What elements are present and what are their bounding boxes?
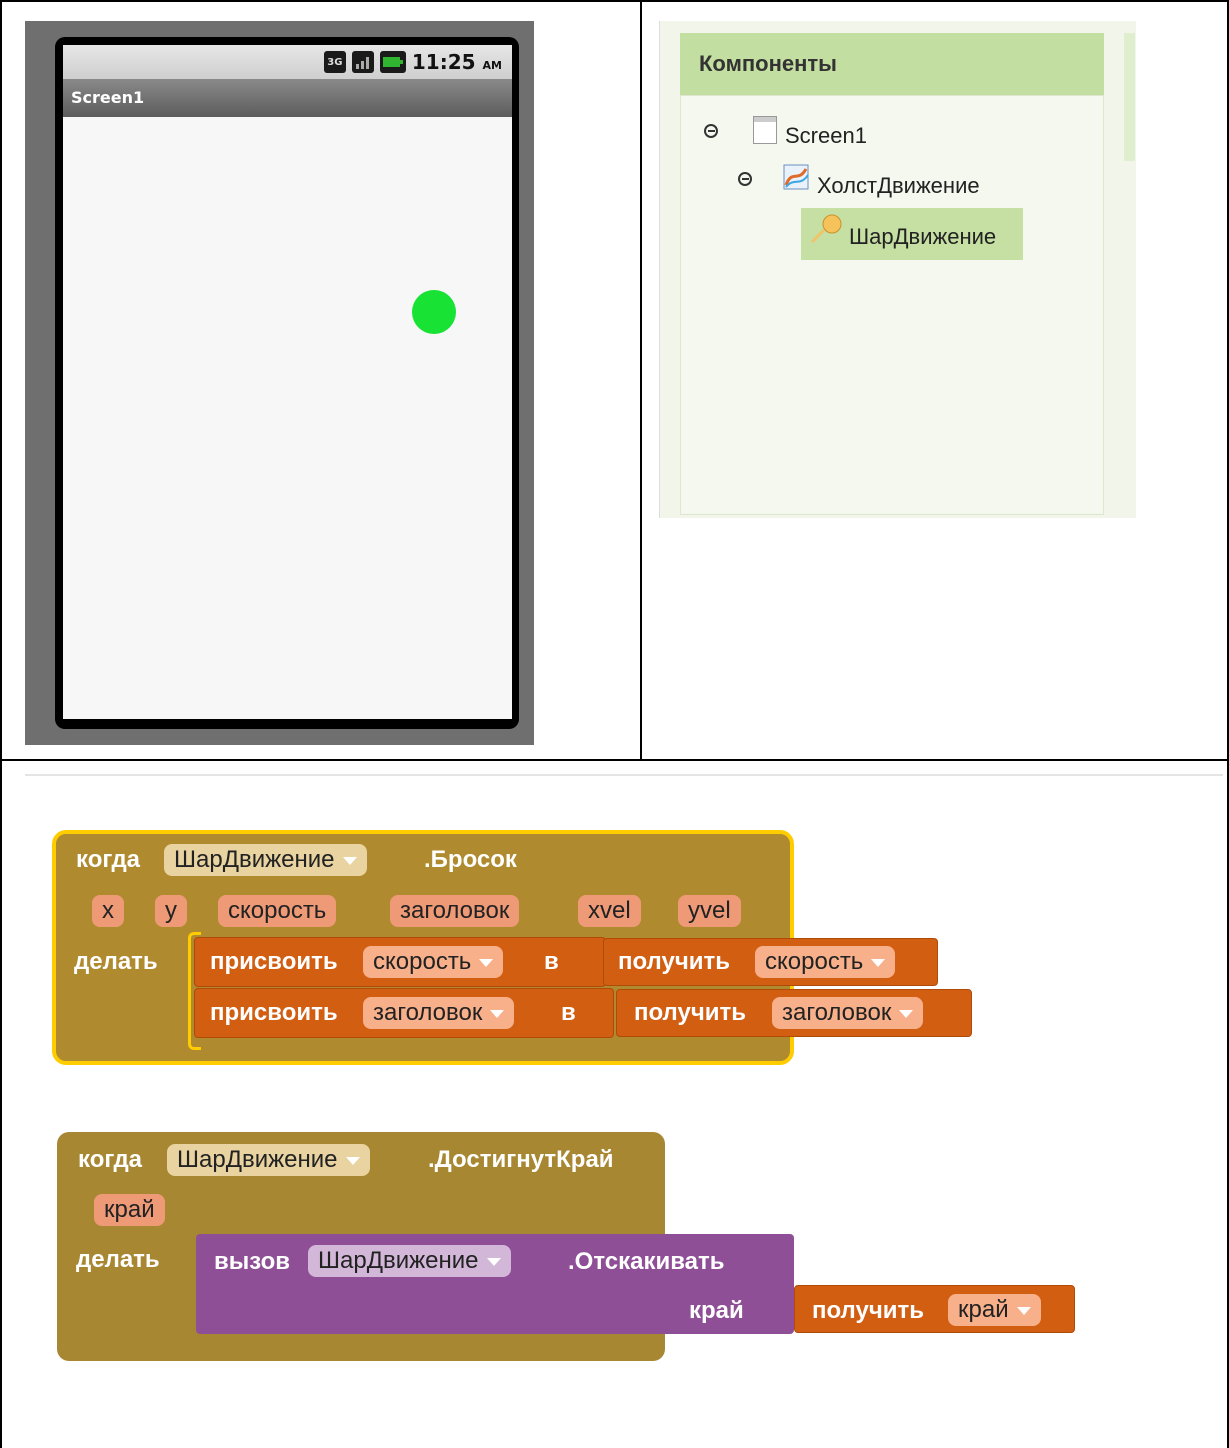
battery-icon: [379, 51, 406, 73]
ball-icon: [810, 214, 846, 244]
status-time: 11:25 AM: [411, 50, 502, 74]
get-label: получить: [634, 999, 747, 1026]
table-border-top: [0, 0, 1229, 2]
canvas-icon: [782, 163, 810, 191]
param-y[interactable]: y: [155, 895, 187, 927]
param-yvel[interactable]: yvel: [678, 895, 741, 927]
call-label: вызов: [214, 1248, 290, 1275]
param-speed[interactable]: скорость: [218, 895, 337, 927]
param-heading[interactable]: заголовок: [390, 895, 520, 927]
to-label: в: [561, 999, 576, 1026]
event-name: .Бросок: [424, 846, 517, 873]
get-variable-dropdown[interactable]: край: [948, 1294, 1041, 1326]
dropdown-arrow-icon: [342, 856, 357, 865]
panel-adjacent-strip: [1124, 33, 1135, 161]
status-icons: 3G 11:25 AM: [323, 45, 512, 79]
do-label: делать: [74, 948, 158, 975]
get-label: получить: [618, 948, 731, 975]
component-dropdown[interactable]: ШарДвижение: [164, 844, 367, 876]
tree-item-ball[interactable]: ШарДвижение: [849, 224, 996, 250]
screen-icon: [753, 116, 777, 144]
tree-item-screen1[interactable]: Screen1: [785, 123, 867, 149]
table-border-mid-horizontal: [0, 759, 1229, 761]
when-label: когда: [78, 1146, 143, 1173]
dropdown-arrow-icon: [486, 1257, 501, 1266]
dropdown-arrow-icon: [1016, 1306, 1031, 1315]
section-divider: [25, 774, 1223, 776]
get-variable-dropdown[interactable]: скорость: [755, 946, 896, 978]
dropdown-arrow-icon: [490, 1009, 505, 1018]
components-header: Компоненты: [680, 33, 1104, 95]
when-label: когда: [76, 846, 141, 873]
method-name: .Отскакивать: [568, 1248, 725, 1275]
arg-label: край: [689, 1297, 744, 1324]
table-border-mid-vertical: [640, 0, 642, 760]
variable-dropdown[interactable]: скорость: [363, 946, 504, 978]
dropdown-arrow-icon: [345, 1156, 360, 1165]
signal-icon: [351, 51, 374, 73]
get-label: получить: [812, 1297, 925, 1324]
dropdown-arrow-icon: [899, 1009, 914, 1018]
status-bar: 3G 11:25 AM: [63, 45, 512, 79]
phone-screen-canvas[interactable]: [63, 117, 512, 719]
component-dropdown[interactable]: ШарДвижение: [167, 1144, 370, 1176]
table-border-left: [0, 0, 2, 1448]
param-edge[interactable]: край: [94, 1194, 165, 1226]
collapse-icon[interactable]: [704, 124, 718, 138]
set-label: присвоить: [210, 999, 338, 1026]
components-tree: [680, 95, 1104, 515]
get-variable-dropdown[interactable]: заголовок: [772, 997, 924, 1029]
param-xvel[interactable]: xvel: [578, 895, 641, 927]
screen-title-bar: Screen1: [63, 79, 512, 117]
variable-dropdown[interactable]: заголовок: [363, 997, 515, 1029]
tree-item-canvas[interactable]: ХолстДвижение: [817, 173, 980, 199]
param-x[interactable]: x: [92, 895, 124, 927]
collapse-icon[interactable]: [738, 172, 752, 186]
do-label: делать: [76, 1246, 160, 1273]
network-3g-icon: 3G: [323, 51, 346, 73]
to-label: в: [544, 948, 559, 975]
set-label: присвоить: [210, 948, 338, 975]
call-component-dropdown[interactable]: ШарДвижение: [308, 1245, 511, 1277]
event-name: .ДостигнутКрай: [428, 1146, 614, 1173]
dropdown-arrow-icon: [871, 958, 886, 967]
ball-sprite[interactable]: [412, 290, 456, 334]
dropdown-arrow-icon: [479, 958, 494, 967]
